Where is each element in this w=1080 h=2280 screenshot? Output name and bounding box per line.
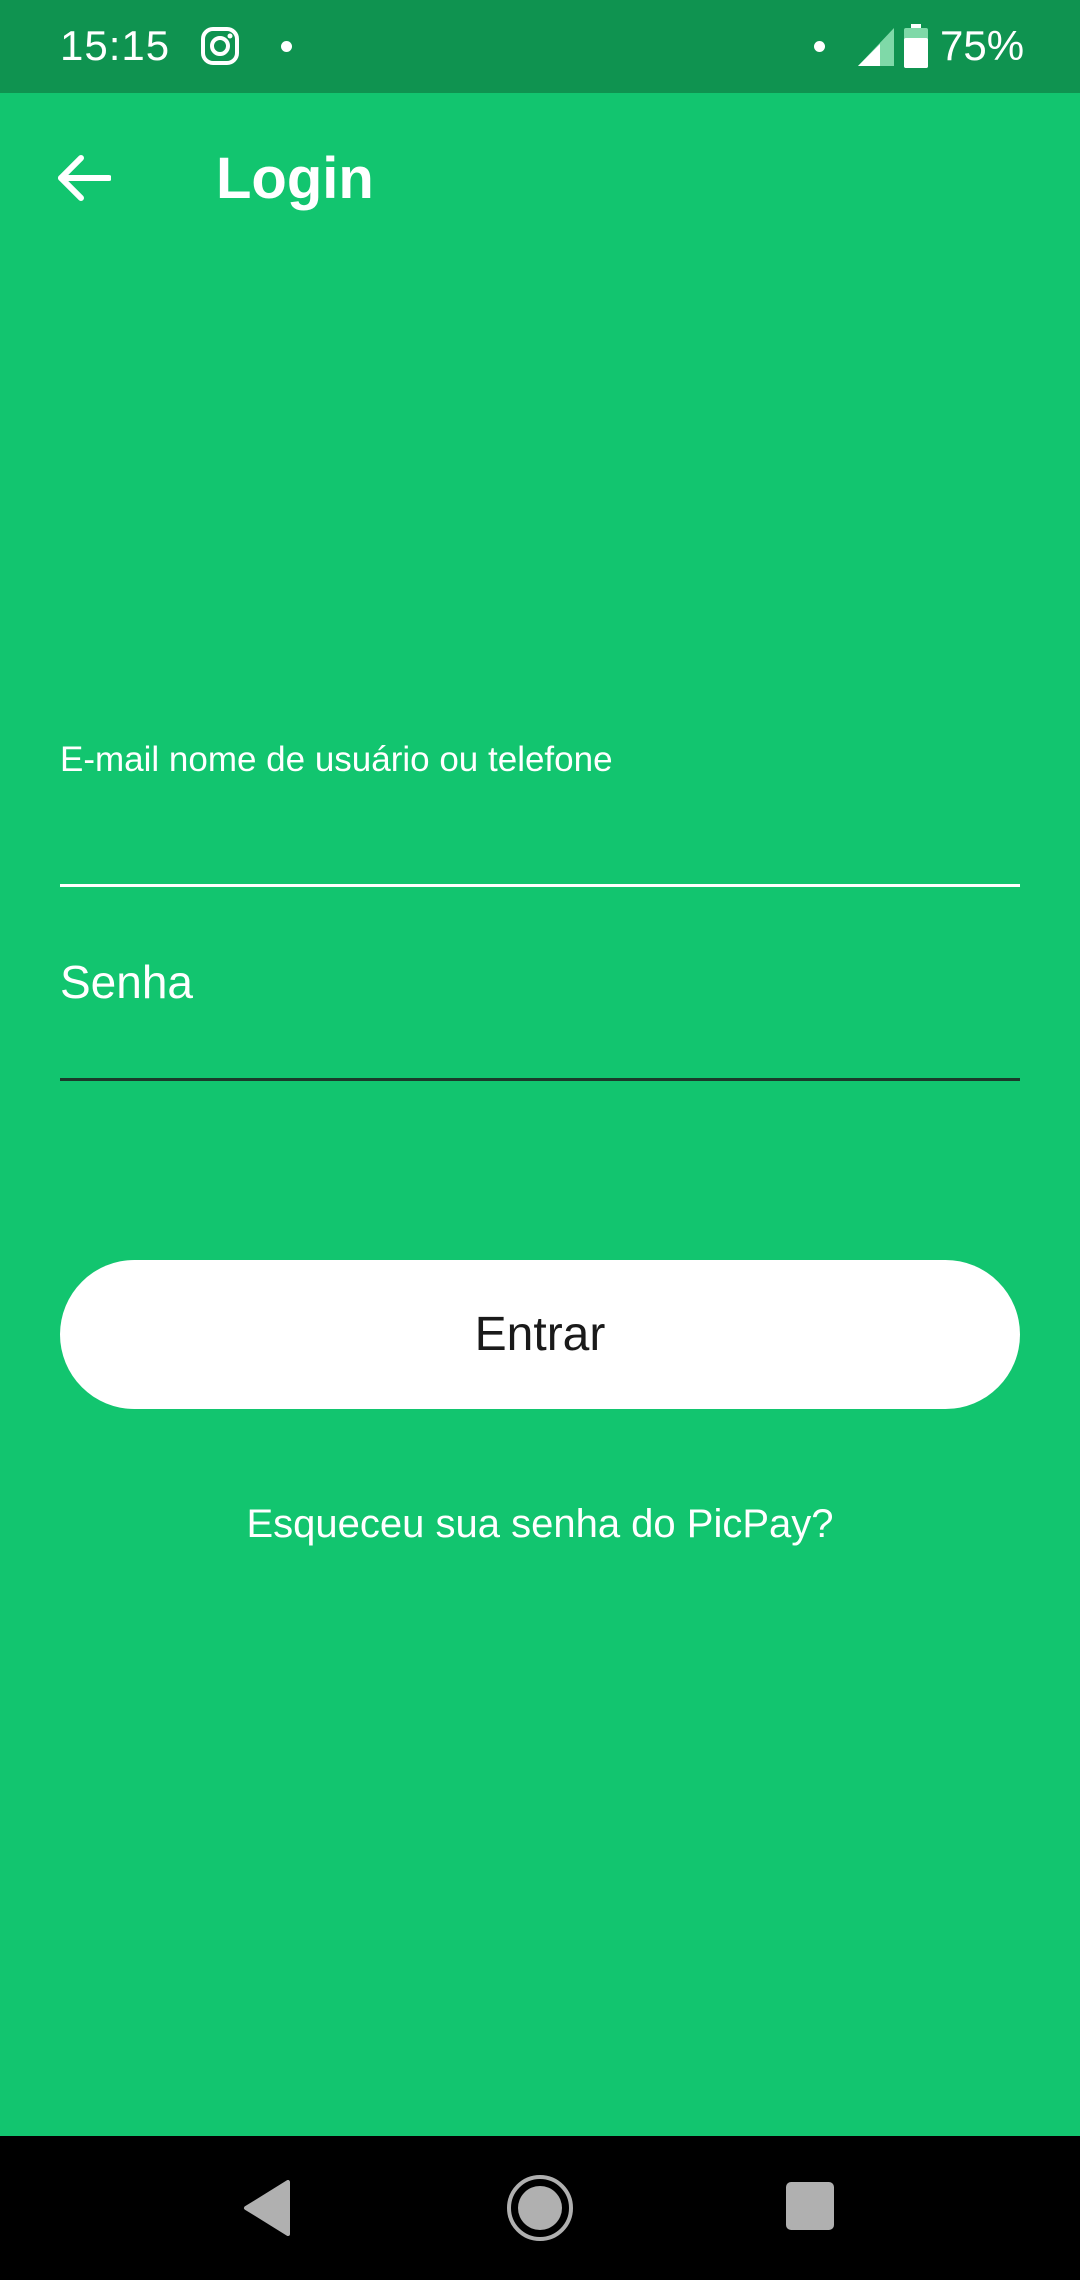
password-underline (60, 1078, 1020, 1081)
arrow-left-icon (58, 155, 111, 201)
email-field-label: E-mail nome de usuário ou telefone (60, 740, 613, 779)
notification-dot-icon (814, 41, 825, 52)
email-input[interactable] (60, 790, 1020, 870)
battery-icon (904, 24, 928, 68)
nav-recents-icon[interactable] (786, 2182, 834, 2230)
forgot-password-link[interactable]: Esqueceu sua senha do PicPay? (0, 1502, 1080, 1547)
email-underline (60, 884, 1020, 887)
enter-button-label: Entrar (474, 1308, 606, 1361)
cell-signal-icon (858, 28, 894, 66)
battery-percent: 75% (940, 22, 1025, 69)
password-input[interactable] (60, 995, 1020, 1075)
status-time: 15:15 (60, 22, 171, 69)
back-button[interactable] (52, 146, 116, 210)
nav-home-icon[interactable] (505, 2173, 575, 2243)
email-field[interactable]: E-mail nome de usuário ou telefone (60, 740, 1020, 890)
navigation-bar (0, 2136, 1080, 2280)
enter-button[interactable]: Entrar (60, 1260, 1020, 1409)
page-title: Login (216, 146, 374, 211)
instagram-icon (201, 27, 239, 65)
status-bar: 15:15 75% (0, 0, 1080, 93)
notification-dot-icon (281, 41, 292, 52)
password-field[interactable]: Senha (60, 955, 1020, 1085)
nav-back-icon[interactable] (242, 2180, 292, 2236)
